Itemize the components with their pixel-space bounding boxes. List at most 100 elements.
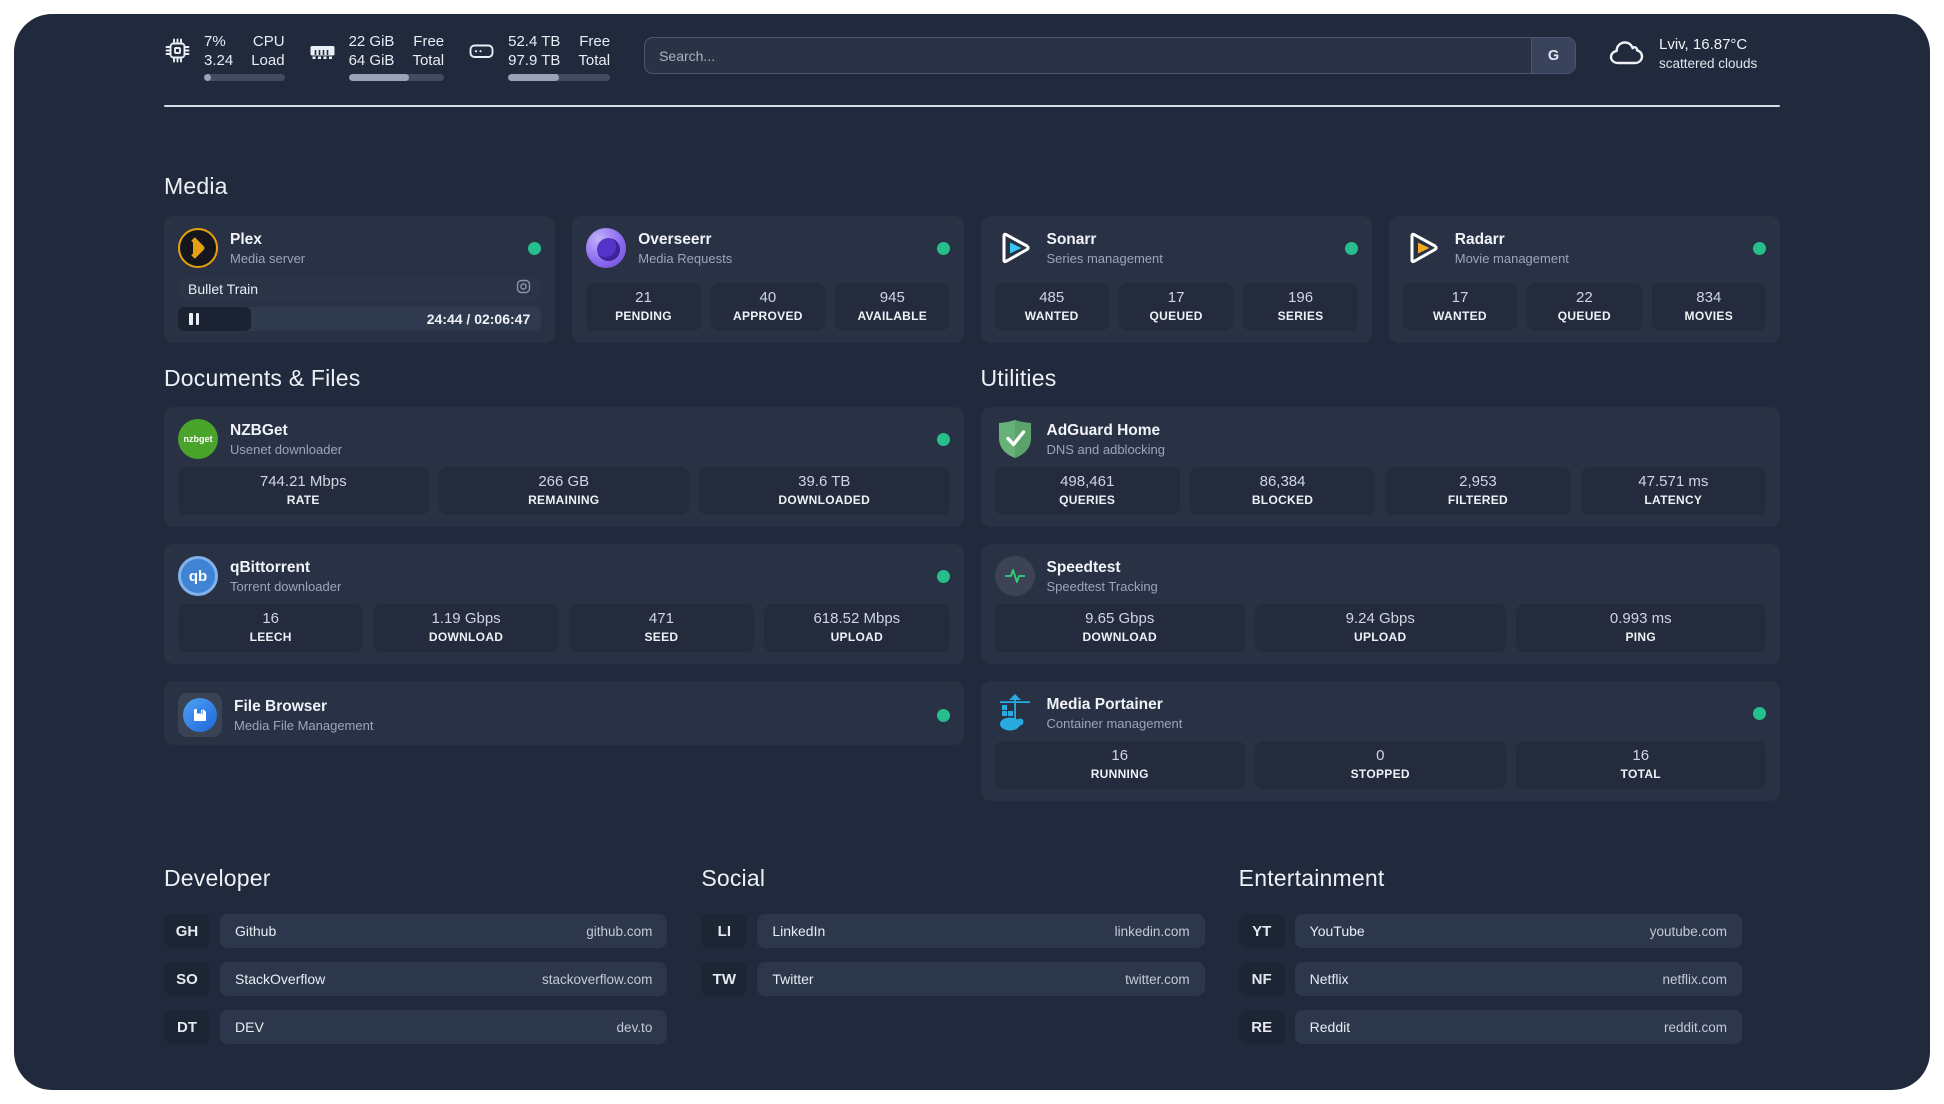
link-url: linkedin.com bbox=[1114, 923, 1190, 939]
stat-label: DOWNLOAD bbox=[1082, 630, 1157, 644]
app-card-adguard[interactable]: AdGuard Home DNS and adblocking 498,461 Q… bbox=[980, 407, 1780, 527]
stat-tile: 47.571 ms LATENCY bbox=[1580, 467, 1766, 515]
stat-value: 47.571 ms bbox=[1638, 473, 1709, 490]
app-name: NZBGet bbox=[230, 421, 288, 439]
link-url: github.com bbox=[586, 923, 653, 939]
link-row-reddit[interactable]: RE Reddit reddit.com bbox=[1238, 1010, 1742, 1044]
stat-value: 471 bbox=[648, 610, 674, 627]
stat-value: 266 GB bbox=[538, 473, 590, 490]
portainer-icon bbox=[995, 693, 1035, 733]
status-dot bbox=[1753, 706, 1766, 720]
disk-free: 52.4 TB bbox=[508, 33, 561, 50]
stat-tile: 196 SERIES bbox=[1243, 283, 1358, 331]
link-name: Reddit bbox=[1309, 1019, 1351, 1035]
app-name: Media Portainer bbox=[1046, 695, 1163, 713]
stat-label: SEED bbox=[644, 630, 679, 644]
link-badge[interactable]: GH bbox=[164, 914, 210, 948]
section-entertainment: Entertainment YT YouTube youtube.com NF N… bbox=[1238, 801, 1742, 1058]
system-stats: 7% 3.24 CPU Load 22 GiB 64 GiB Free Tota… bbox=[164, 32, 611, 81]
stat-value: 0.993 ms bbox=[1609, 610, 1672, 627]
stat-label: TOTAL bbox=[1620, 767, 1661, 781]
section-title-documents: Documents & Files bbox=[164, 365, 361, 391]
pause-icon[interactable] bbox=[189, 313, 199, 325]
link-badge[interactable]: YT bbox=[1238, 914, 1285, 948]
stat-label: PING bbox=[1625, 630, 1657, 644]
link-badge[interactable]: SO bbox=[164, 962, 210, 996]
disk-free-label: Free bbox=[579, 33, 611, 50]
stat-value: 834 bbox=[1696, 289, 1722, 306]
link-badge[interactable]: NF bbox=[1238, 962, 1285, 996]
plex-icon bbox=[178, 228, 218, 268]
app-card-radarr[interactable]: Radarr Movie management 17 WANTED 22 QUEUE… bbox=[1388, 216, 1780, 343]
status-dot bbox=[1753, 241, 1766, 255]
app-card-portainer[interactable]: Media Portainer Container management 16 R… bbox=[980, 681, 1780, 801]
stat-value: 9.65 Gbps bbox=[1085, 610, 1155, 627]
link-url: netflix.com bbox=[1662, 971, 1727, 987]
stat-tile: 1.19 Gbps DOWNLOAD bbox=[373, 604, 559, 652]
status-dot bbox=[528, 241, 542, 255]
app-name: qBittorrent bbox=[230, 558, 311, 576]
stat-label: REMAINING bbox=[528, 493, 600, 507]
stat-label: BLOCKED bbox=[1251, 493, 1314, 507]
link-row-dev[interactable]: DT DEV dev.to bbox=[164, 1010, 668, 1044]
app-card-overseerr[interactable]: Overseerr Media Requests 21 PENDING 40 APP… bbox=[572, 216, 964, 343]
dashboard-window: 7% 3.24 CPU Load 22 GiB 64 GiB Free Tota… bbox=[14, 14, 1930, 1090]
search-engine-button[interactable]: G bbox=[1531, 38, 1575, 73]
app-name: AdGuard Home bbox=[1046, 421, 1161, 439]
stat-tile: 22 QUEUED bbox=[1527, 283, 1642, 331]
stat-tile: 498,461 QUERIES bbox=[994, 467, 1180, 515]
app-card-nzbget[interactable]: nzbget NZBGet Usenet downloader 744.21 M… bbox=[164, 407, 964, 527]
search-input[interactable] bbox=[645, 38, 1531, 73]
app-description: Series management bbox=[1046, 250, 1163, 266]
stat-tile: 17 WANTED bbox=[1402, 283, 1518, 331]
stat-value: 22 bbox=[1576, 289, 1593, 306]
stat-label: PENDING bbox=[615, 309, 672, 323]
stat-tile: 618.52 Mbps UPLOAD bbox=[764, 604, 950, 652]
link-row-netflix[interactable]: NF Netflix netflix.com bbox=[1238, 962, 1742, 996]
app-card-sonarr[interactable]: Sonarr Series management 485 WANTED 17 QUE… bbox=[980, 216, 1372, 343]
stat-value: 618.52 Mbps bbox=[813, 610, 901, 627]
app-card-plex[interactable]: Plex Media server Bullet Train 24:44 / 0 bbox=[164, 216, 556, 343]
weather-location-temp: Lviv, 16.87°C bbox=[1659, 36, 1748, 53]
link-badge[interactable]: RE bbox=[1238, 1010, 1285, 1044]
stat-value: 16 bbox=[1111, 747, 1129, 764]
link-row-youtube[interactable]: YT YouTube youtube.com bbox=[1238, 914, 1742, 948]
link-row-twitter[interactable]: TW Twitter twitter.com bbox=[701, 962, 1205, 996]
stat-tile: 17 QUEUED bbox=[1118, 283, 1234, 331]
stat-value: 40 bbox=[759, 289, 777, 306]
link-badge[interactable]: DT bbox=[164, 1010, 210, 1044]
stat-label: SERIES bbox=[1277, 309, 1324, 323]
app-card-filebrowser[interactable]: File Browser Media File Management bbox=[164, 681, 964, 745]
link-row-stackoverflow[interactable]: SO StackOverflow stackoverflow.com bbox=[164, 962, 668, 996]
app-description: Media server bbox=[230, 250, 306, 266]
stat-label: DOWNLOAD bbox=[428, 630, 504, 644]
section-title-entertainment: Entertainment bbox=[1238, 865, 1385, 891]
disk-stat: 52.4 TB 97.9 TB Free Total bbox=[468, 32, 611, 81]
stat-value: 1.19 Gbps bbox=[431, 610, 501, 627]
stat-value: 9.24 Gbps bbox=[1345, 610, 1415, 627]
app-card-speedtest[interactable]: Speedtest Speedtest Tracking 9.65 Gbps DO… bbox=[980, 544, 1780, 664]
stat-value: 39.6 TB bbox=[798, 473, 851, 490]
disk-progress-bar bbox=[508, 74, 611, 81]
app-card-qbittorrent[interactable]: qb qBittorrent Torrent downloader 16 LEEC… bbox=[164, 544, 964, 664]
link-badge[interactable]: TW bbox=[701, 962, 748, 996]
app-name: Overseerr bbox=[638, 230, 712, 248]
link-row-github[interactable]: GH Github github.com bbox=[164, 914, 668, 948]
stat-label: RATE bbox=[286, 493, 320, 507]
link-badge[interactable]: LI bbox=[701, 914, 748, 948]
qbittorrent-icon: qb bbox=[178, 556, 218, 596]
app-description: Movie management bbox=[1454, 250, 1569, 266]
app-name: Speedtest bbox=[1046, 558, 1121, 576]
cpu-load: 3.24 bbox=[204, 52, 234, 69]
nzbget-icon: nzbget bbox=[178, 419, 218, 459]
link-row-linkedin[interactable]: LI LinkedIn linkedin.com bbox=[701, 914, 1205, 948]
stat-label: QUEUED bbox=[1149, 309, 1203, 323]
status-dot bbox=[936, 708, 950, 722]
app-name: Sonarr bbox=[1046, 230, 1097, 248]
status-dot bbox=[1344, 241, 1358, 255]
overseerr-icon bbox=[586, 228, 627, 268]
stat-label: WANTED bbox=[1433, 309, 1487, 323]
stat-tile: 834 MOVIES bbox=[1651, 283, 1766, 331]
stat-label: LATENCY bbox=[1644, 493, 1703, 507]
link-name: YouTube bbox=[1309, 923, 1365, 939]
